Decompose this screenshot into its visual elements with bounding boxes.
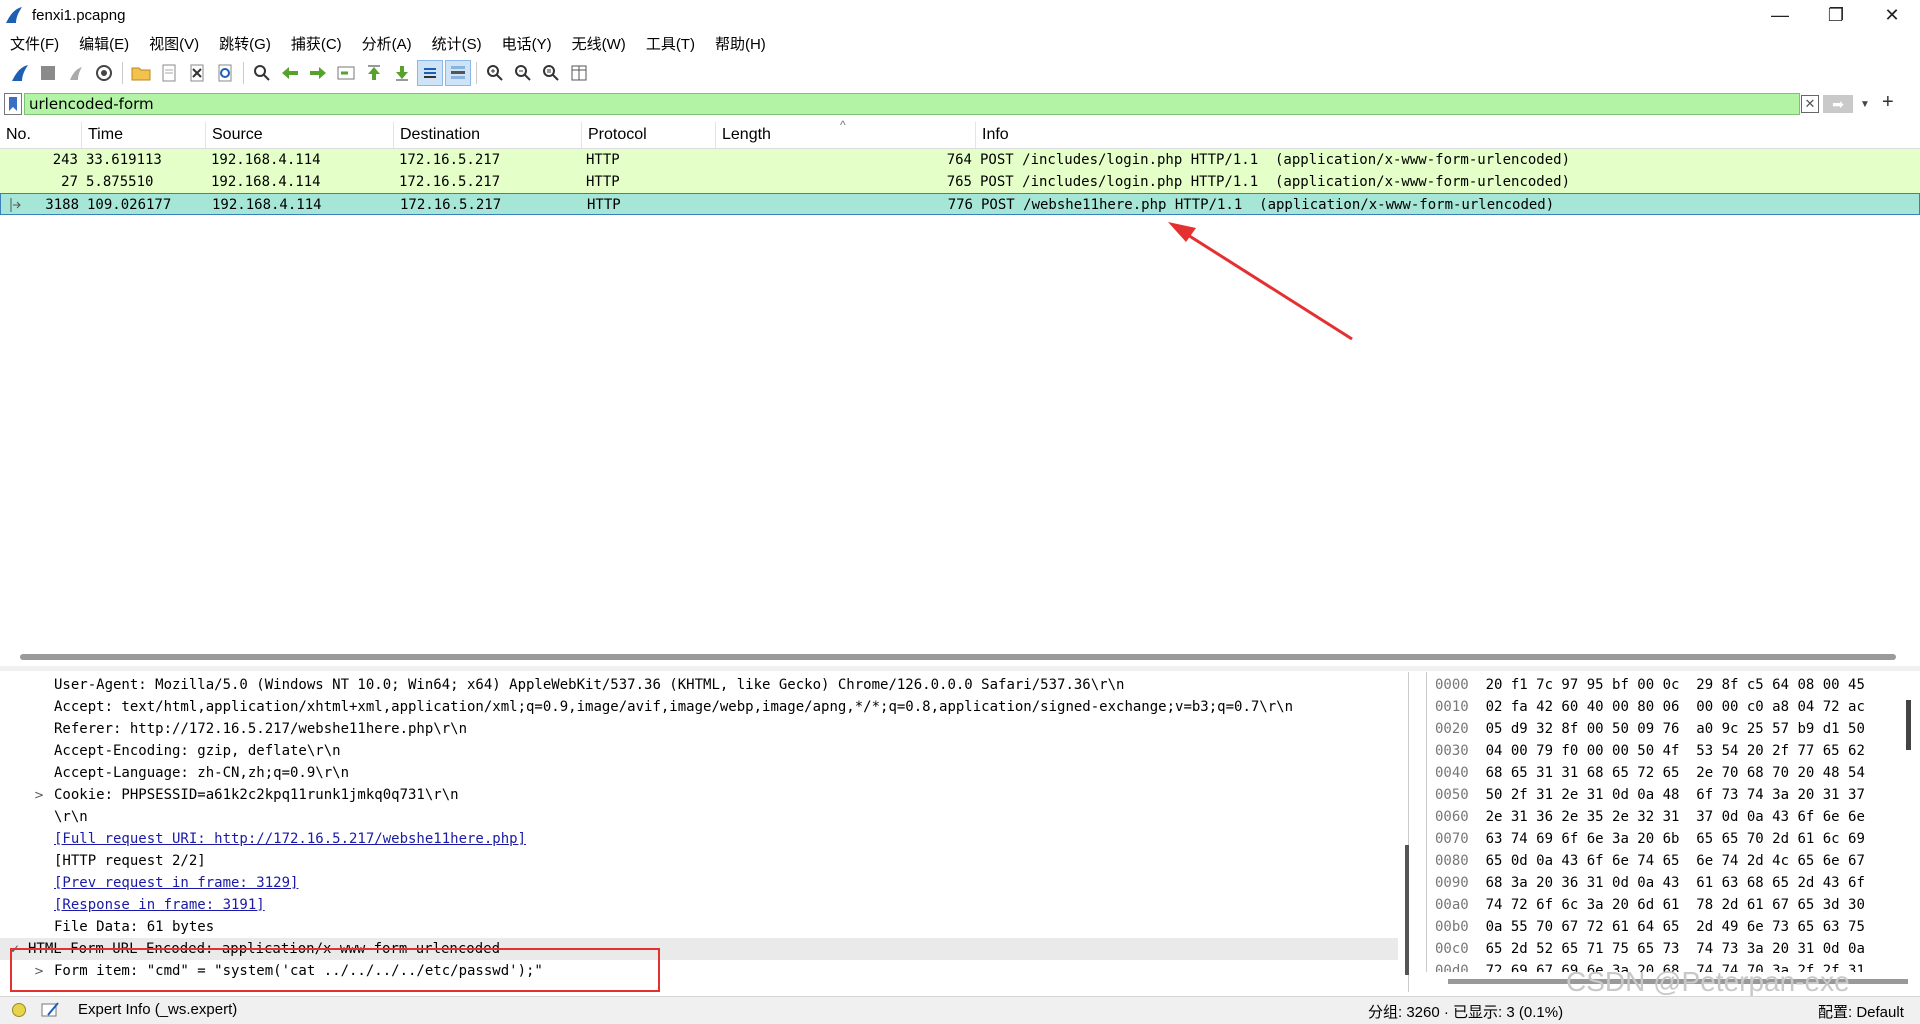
hex-offset: 00a0	[1435, 897, 1469, 913]
hex-bytes: 65 0d 0a 43 6f 6e 74 65 6e 74 2d 4c 65 6…	[1485, 853, 1865, 869]
chevron-right-icon[interactable]: >	[34, 788, 44, 802]
details-vertical-scrollbar[interactable]	[1405, 845, 1409, 975]
detail-crlf[interactable]: \r\n	[54, 806, 88, 828]
hex-row[interactable]: 00a0 74 72 6f 6c 3a 20 6d 61 78 2d 61 67…	[1435, 894, 1865, 916]
hex-offset: 0020	[1435, 721, 1469, 737]
hex-offset: 0090	[1435, 875, 1469, 891]
hex-row[interactable]: 0030 04 00 79 f0 00 00 50 4f 53 54 20 2f…	[1435, 740, 1865, 762]
hex-offset: 0060	[1435, 809, 1469, 825]
detail-response-link[interactable]: [Response in frame: 3191]	[54, 894, 265, 916]
hex-bytes: 04 00 79 f0 00 00 50 4f 53 54 20 2f 77 6…	[1485, 743, 1865, 759]
hex-bytes: 0a 55 70 67 72 61 64 65 2d 49 6e 73 65 6…	[1485, 919, 1865, 935]
hex-bytes: 50 2f 31 2e 31 0d 0a 48 6f 73 74 3a 20 3…	[1485, 787, 1865, 803]
detail-accept-language[interactable]: Accept-Language: zh-CN,zh;q=0.9\r\n	[54, 762, 349, 784]
expert-info-indicator-icon[interactable]	[12, 1003, 26, 1017]
detail-file-data[interactable]: File Data: 61 bytes	[54, 916, 214, 938]
hex-bytes: 05 d9 32 8f 00 50 09 76 a0 9c 25 57 b9 d…	[1485, 721, 1865, 737]
hex-bytes: 65 2d 52 65 71 75 65 73 74 73 3a 20 31 0…	[1485, 941, 1865, 957]
detail-full-uri-link[interactable]: [Full request URI: http://172.16.5.217/w…	[54, 828, 526, 850]
edit-comment-icon[interactable]	[40, 1001, 62, 1019]
watermark: CSDN @Peterpan-exe	[1566, 966, 1850, 997]
hex-row[interactable]: 0080 65 0d 0a 43 6f 6e 74 65 6e 74 2d 4c…	[1435, 850, 1865, 872]
packet-details-pane: User-Agent: Mozilla/5.0 (Windows NT 10.0…	[0, 672, 1409, 992]
packet-list-horizontal-scrollbar[interactable]	[20, 654, 1896, 660]
detail-prev-request-link[interactable]: [Prev request in frame: 3129]	[54, 872, 298, 894]
hex-row[interactable]: 0070 63 74 69 6f 6e 3a 20 6b 65 65 70 2d…	[1435, 828, 1865, 850]
detail-user-agent[interactable]: User-Agent: Mozilla/5.0 (Windows NT 10.0…	[54, 674, 1124, 696]
hex-bytes: 68 3a 20 36 31 0d 0a 43 61 63 68 65 2d 4…	[1485, 875, 1865, 891]
hex-offset: 0000	[1435, 677, 1469, 693]
hex-row[interactable]: 0020 05 d9 32 8f 00 50 09 76 a0 9c 25 57…	[1435, 718, 1865, 740]
detail-accept[interactable]: Accept: text/html,application/xhtml+xml,…	[54, 696, 1293, 718]
annotation-highlight-box	[10, 948, 660, 992]
hex-bytes: 2e 31 36 2e 35 2e 32 31 37 0d 0a 43 6f 6…	[1485, 809, 1865, 825]
hex-row[interactable]: 0000 20 f1 7c 97 95 bf 00 0c 29 8f c5 64…	[1435, 674, 1865, 696]
hex-row[interactable]: 0010 02 fa 42 60 40 00 80 06 00 00 c0 a8…	[1435, 696, 1865, 718]
status-bar: Expert Info (_ws.expert) 分组: 3260 · 已显示:…	[0, 996, 1920, 1024]
hex-offset: 0050	[1435, 787, 1469, 803]
hex-bytes: 68 65 31 31 68 65 72 65 2e 70 68 70 20 4…	[1485, 765, 1865, 781]
detail-http-request[interactable]: [HTTP request 2/2]	[54, 850, 206, 872]
packet-bytes-pane: 0000 20 f1 7c 97 95 bf 00 0c 29 8f c5 64…	[1426, 672, 1920, 972]
status-profile[interactable]: 配置: Default	[1818, 1001, 1904, 1022]
bytes-vertical-scrollbar[interactable]	[1906, 700, 1911, 750]
hex-row[interactable]: 00c0 65 2d 52 65 71 75 65 73 74 73 3a 20…	[1435, 938, 1865, 960]
hex-offset: 00b0	[1435, 919, 1469, 935]
status-expert-info: Expert Info (_ws.expert)	[78, 1001, 238, 1018]
detail-cookie[interactable]: Cookie: PHPSESSID=a61k2c2kpq11runk1jmkq0…	[54, 784, 459, 806]
hex-row[interactable]: 0040 68 65 31 31 68 65 72 65 2e 70 68 70…	[1435, 762, 1865, 784]
hex-bytes: 74 72 6f 6c 3a 20 6d 61 78 2d 61 67 65 3…	[1485, 897, 1865, 913]
hex-bytes: 63 74 69 6f 6e 3a 20 6b 65 65 70 2d 61 6…	[1485, 831, 1865, 847]
hex-row[interactable]: 0090 68 3a 20 36 31 0d 0a 43 61 63 68 65…	[1435, 872, 1865, 894]
hex-offset: 0030	[1435, 743, 1469, 759]
status-packet-counts: 分组: 3260 · 已显示: 3 (0.1%)	[1368, 1004, 1564, 1021]
hex-offset: 0040	[1435, 765, 1469, 781]
pane-splitter[interactable]	[0, 666, 1920, 671]
detail-accept-encoding[interactable]: Accept-Encoding: gzip, deflate\r\n	[54, 740, 341, 762]
hex-offset: 00d0	[1435, 963, 1469, 972]
hex-offset: 0080	[1435, 853, 1469, 869]
hex-bytes: 20 f1 7c 97 95 bf 00 0c 29 8f c5 64 08 0…	[1485, 677, 1865, 693]
hex-row[interactable]: 0060 2e 31 36 2e 35 2e 32 31 37 0d 0a 43…	[1435, 806, 1865, 828]
hex-offset: 0010	[1435, 699, 1469, 715]
hex-bytes: 02 fa 42 60 40 00 80 06 00 00 c0 a8 04 7…	[1485, 699, 1865, 715]
hex-row[interactable]: 00b0 0a 55 70 67 72 61 64 65 2d 49 6e 73…	[1435, 916, 1865, 938]
detail-referer[interactable]: Referer: http://172.16.5.217/webshe11her…	[54, 718, 467, 740]
hex-offset: 0070	[1435, 831, 1469, 847]
hex-row[interactable]: 0050 50 2f 31 2e 31 0d 0a 48 6f 73 74 3a…	[1435, 784, 1865, 806]
hex-offset: 00c0	[1435, 941, 1469, 957]
